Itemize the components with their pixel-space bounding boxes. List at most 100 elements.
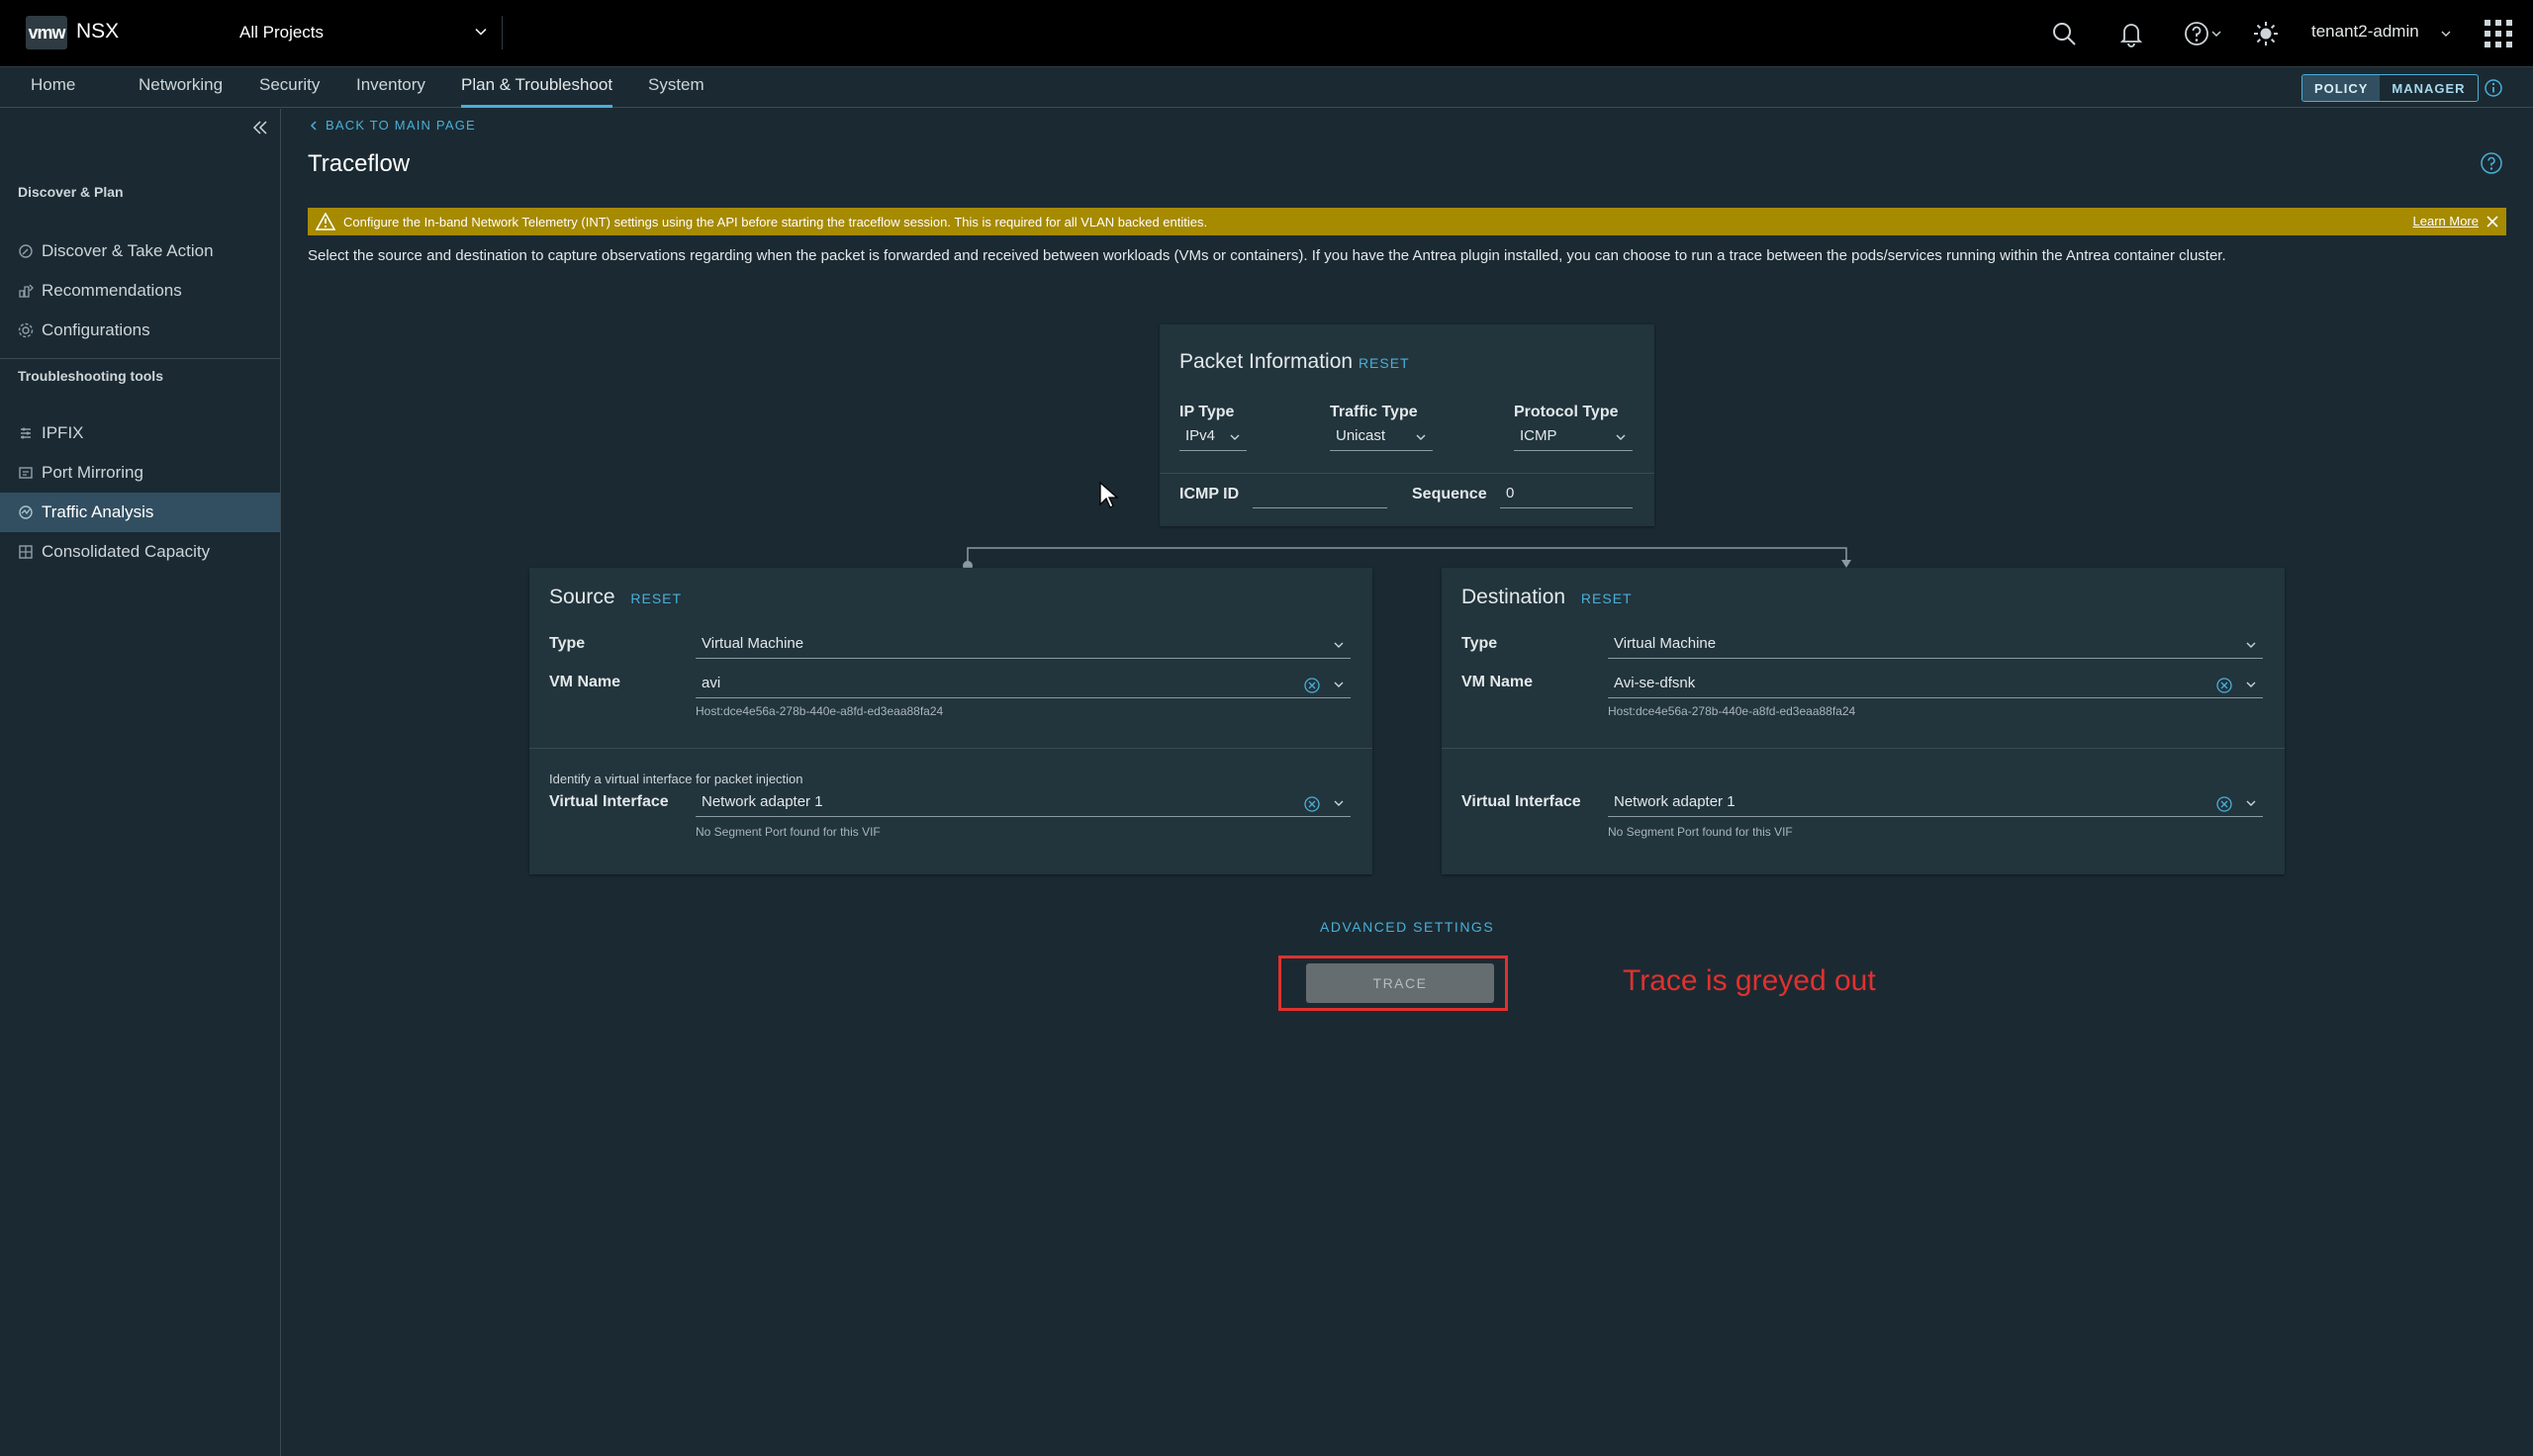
ip-type-select[interactable]: IPv4	[1179, 425, 1247, 451]
protocol-type-select[interactable]: ICMP	[1514, 425, 1633, 451]
discover-icon	[19, 244, 33, 258]
chevron-down-icon	[2441, 31, 2451, 37]
bell-icon	[2119, 24, 2143, 47]
chevron-down-icon	[1230, 434, 1240, 440]
packet-reset-button[interactable]: RESET	[1359, 355, 1410, 371]
tab-system[interactable]: System	[648, 75, 704, 108]
destination-vif-label: Virtual Interface	[1461, 793, 1581, 810]
sidebar-item-label: IPFIX	[42, 423, 84, 442]
sun-icon	[2254, 22, 2278, 46]
protocol-type-value: ICMP	[1520, 427, 1557, 444]
project-selector[interactable]: All Projects	[230, 16, 503, 49]
destination-vm-label: VM Name	[1461, 674, 1534, 690]
advanced-settings-link[interactable]: ADVANCED SETTINGS	[1320, 919, 1494, 935]
source-type-select[interactable]: Virtual Machine	[696, 633, 1351, 659]
sidebar-item-label: Consolidated Capacity	[42, 542, 211, 561]
traffic-type-select[interactable]: Unicast	[1330, 425, 1433, 451]
packet-information-heading: Packet Information	[1179, 350, 1354, 373]
destination-reset-button[interactable]: RESET	[1581, 591, 1633, 606]
mouse-cursor-icon	[1099, 481, 1119, 508]
capacity-icon	[19, 545, 33, 559]
warning-icon	[316, 213, 335, 230]
destination-vm-select[interactable]: Avi-se-dfsnk	[1608, 673, 2263, 698]
sidebar-divider	[0, 358, 280, 359]
theme-toggle-button[interactable]	[2252, 0, 2280, 67]
chevron-down-icon	[2246, 800, 2256, 806]
destination-vm-value: Avi-se-dfsnk	[1614, 675, 1696, 691]
source-host-id: Host:dce4e56a-278b-440e-a8fd-ed3eaa88fa2…	[696, 704, 944, 718]
learn-more-link[interactable]: Learn More	[2413, 214, 2479, 228]
collapse-sidebar-icon[interactable]	[251, 119, 269, 136]
search-icon	[2053, 23, 2076, 46]
trace-button[interactable]: TRACE	[1306, 963, 1494, 1003]
manager-mode-button[interactable]: MANAGER	[2380, 75, 2477, 101]
sequence-input[interactable]: 0	[1500, 483, 1633, 508]
help-menu-button[interactable]	[2183, 0, 2222, 67]
destination-vif-select[interactable]: Network adapter 1	[1608, 791, 2263, 817]
sidebar-item-port-mirroring[interactable]: Port Mirroring	[0, 453, 280, 493]
card-divider	[1442, 748, 2285, 749]
user-menu-chevron[interactable]	[2440, 0, 2452, 67]
tab-security[interactable]: Security	[259, 75, 320, 108]
source-vm-select[interactable]: avi	[696, 673, 1351, 698]
source-reset-button[interactable]: RESET	[630, 591, 682, 606]
sidebar-section-troubleshooting: Troubleshooting tools	[18, 368, 163, 384]
source-card: Source RESET Type Virtual Machine VM Nam…	[529, 568, 1372, 874]
recommendations-icon	[19, 284, 34, 298]
source-vif-hint: Identify a virtual interface for packet …	[549, 772, 803, 786]
sidebar-item-recommendations[interactable]: Recommendations	[0, 271, 280, 311]
sidebar-item-label: Recommendations	[42, 281, 182, 300]
warning-banner: Configure the In-band Network Telemetry …	[308, 208, 2506, 235]
protocol-type-label: Protocol Type	[1514, 404, 1619, 420]
help-icon[interactable]	[2480, 151, 2503, 175]
chevron-down-icon	[1416, 434, 1426, 440]
clear-icon[interactable]	[2215, 677, 2233, 694]
vmware-logo[interactable]: vmw	[26, 16, 67, 49]
info-icon[interactable]	[2484, 78, 2503, 98]
grid-icon	[2485, 20, 2512, 47]
tab-inventory[interactable]: Inventory	[356, 75, 425, 108]
packet-information-title: Packet Information RESET	[1179, 350, 1410, 374]
source-title: Source RESET	[549, 586, 682, 609]
source-vm-value: avi	[702, 675, 721, 691]
card-divider	[1160, 473, 1654, 474]
sidebar-item-traffic-analysis[interactable]: Traffic Analysis	[0, 493, 280, 532]
destination-type-select[interactable]: Virtual Machine	[1608, 633, 2263, 659]
policy-manager-toggle: POLICY MANAGER	[2301, 74, 2479, 102]
close-icon[interactable]	[2485, 214, 2500, 229]
product-name: NSX	[76, 20, 120, 43]
configurations-icon	[18, 322, 34, 338]
sidebar-item-ipfix[interactable]: IPFIX	[0, 413, 280, 453]
icmp-id-input[interactable]	[1253, 483, 1387, 508]
chevron-down-icon	[1334, 682, 1344, 687]
source-vif-select[interactable]: Network adapter 1	[696, 791, 1351, 817]
policy-mode-button[interactable]: POLICY	[2302, 75, 2381, 101]
notifications-button[interactable]	[2117, 0, 2145, 67]
clear-icon[interactable]	[1303, 677, 1321, 694]
sidebar-item-discover-take-action[interactable]: Discover & Take Action	[0, 231, 280, 271]
tab-home[interactable]: Home	[31, 75, 75, 108]
app-launcher-button[interactable]	[2484, 0, 2513, 67]
sidebar-item-label: Discover & Take Action	[42, 241, 214, 260]
destination-card: Destination RESET Type Virtual Machine V…	[1442, 568, 2285, 874]
source-vif-note: No Segment Port found for this VIF	[696, 825, 881, 839]
chevron-down-icon	[1616, 434, 1626, 440]
tab-plan-troubleshoot[interactable]: Plan & Troubleshoot	[461, 75, 613, 108]
clear-icon[interactable]	[2215, 795, 2233, 813]
sidebar-item-configurations[interactable]: Configurations	[0, 311, 280, 350]
clear-icon[interactable]	[1303, 795, 1321, 813]
chevron-down-icon	[2246, 642, 2256, 648]
sidebar: Discover & Plan Discover & Take Action R…	[0, 109, 281, 1456]
traffic-type-label: Traffic Type	[1330, 404, 1418, 420]
sidebar-item-consolidated-capacity[interactable]: Consolidated Capacity	[0, 532, 280, 572]
destination-vif-value: Network adapter 1	[1614, 793, 1736, 810]
user-name: tenant2-admin	[2311, 22, 2419, 41]
back-to-main-link[interactable]: BACK TO MAIN PAGE	[308, 118, 476, 133]
sidebar-item-label: Port Mirroring	[42, 463, 143, 482]
user-menu[interactable]: tenant2-admin	[2311, 22, 2419, 42]
ip-type-label: IP Type	[1179, 404, 1235, 420]
source-vif-label: Virtual Interface	[549, 793, 669, 810]
tab-networking[interactable]: Networking	[139, 75, 223, 108]
search-button[interactable]	[2050, 0, 2078, 67]
banner-text: Configure the In-band Network Telemetry …	[343, 214, 1208, 229]
